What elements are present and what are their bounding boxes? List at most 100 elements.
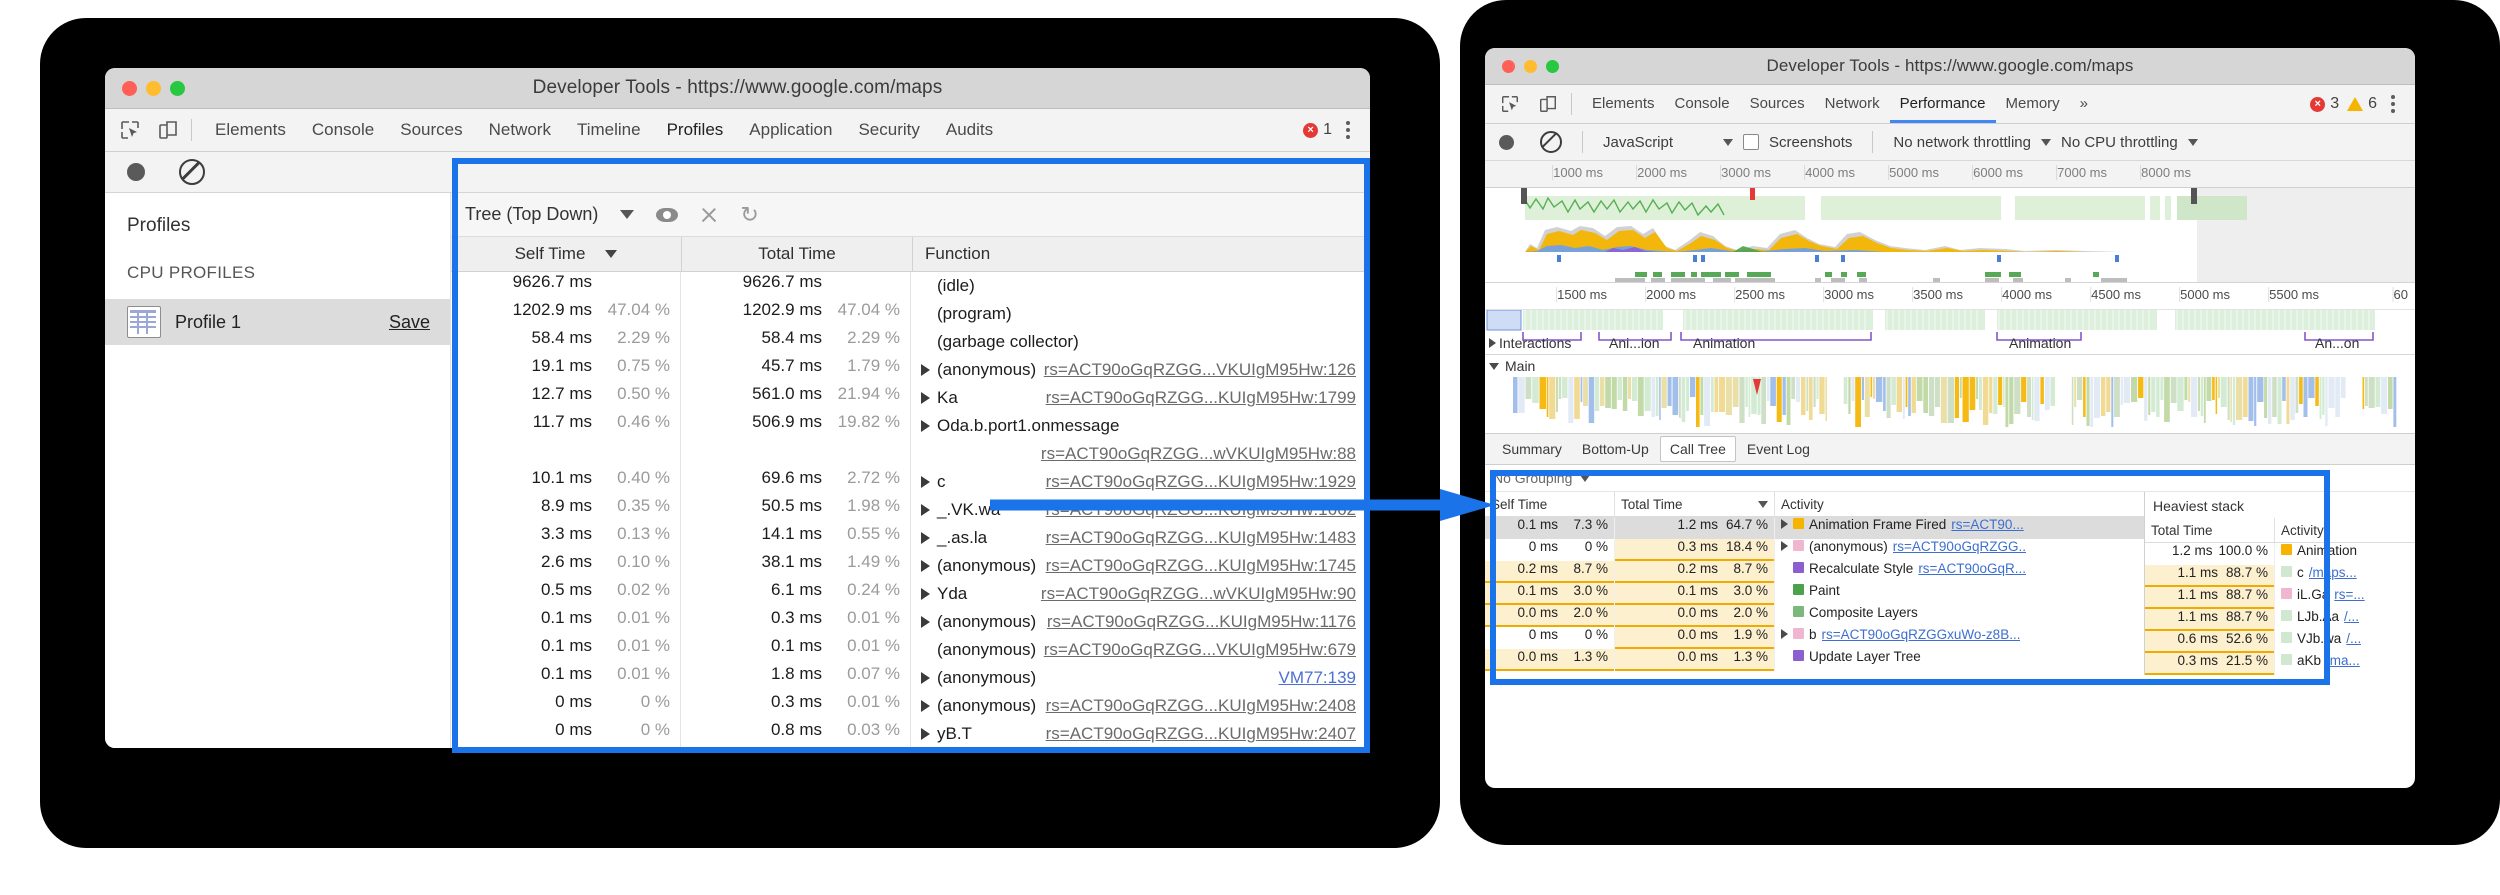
error-badge[interactable]: × 1 (1303, 121, 1332, 139)
screenshots-checkbox[interactable] (1743, 134, 1759, 150)
heaviest-stack-row[interactable]: 0.3 ms21.5 %aKb/ma... (2145, 653, 2415, 675)
tab-sources[interactable]: Sources (387, 109, 475, 151)
chevron-down-icon-cpu[interactable] (2188, 139, 2198, 146)
table-row[interactable]: 19.1 ms0.75 %45.7 ms1.79 %(anonymous)rs=… (451, 356, 1370, 384)
maximize-window-button[interactable] (170, 81, 185, 96)
grouping-label[interactable]: No Grouping (1493, 470, 1572, 486)
expand-triangle-icon[interactable] (921, 476, 930, 488)
activity-source-link[interactable]: rs=ACT90oGqRZGGxuWo-z8B... (1822, 627, 2021, 642)
detail-time-ruler[interactable]: 1500 ms2000 ms2500 ms3000 ms3500 ms4000 … (1485, 283, 2415, 310)
expand-triangle-icon[interactable] (921, 588, 930, 600)
table-row[interactable]: 3.3 ms0.13 %14.1 ms0.55 %_.as.lars=ACT90… (451, 524, 1370, 552)
activity-row[interactable]: 0 ms0 %0.3 ms18.4 %(anonymous)rs=ACT90oG… (1485, 539, 2144, 561)
source-url-link[interactable]: rs=ACT90oGqRZGG...VKUIgM95Hw:126 (1044, 360, 1370, 380)
inspect-element-icon[interactable] (117, 117, 143, 143)
tab-audits[interactable]: Audits (933, 109, 1006, 151)
expand-triangle-icon[interactable] (921, 532, 930, 544)
detail-tab-event-log[interactable]: Event Log (1738, 436, 1819, 462)
interactions-track[interactable]: Interactions Ani...ion Animation Animati… (1485, 310, 2415, 354)
exclude-x-icon[interactable] (700, 206, 718, 224)
focus-eye-icon[interactable] (656, 208, 678, 222)
activity-row[interactable]: 0 ms0 %0.0 ms1.9 %brs=ACT90oGqRZGGxuWo-z… (1485, 627, 2144, 649)
network-throttling-label[interactable]: No network throttling (1893, 134, 2031, 151)
expand-triangle-icon[interactable] (921, 700, 930, 712)
more-options-icon[interactable] (1340, 121, 1356, 139)
chevron-down-icon-network[interactable] (2041, 139, 2051, 146)
table-row[interactable]: 0 ms0 %0.3 ms0.01 %(anonymous)rs=ACT90oG… (451, 692, 1370, 720)
warning-badge[interactable]: 6 (2347, 95, 2377, 113)
tab-console[interactable]: Console (299, 109, 387, 151)
inspect-element-icon-right[interactable] (1497, 91, 1523, 117)
sidebar-item-profile-1[interactable]: Profile 1 Save (105, 299, 450, 345)
source-url-link[interactable]: rs=ACT90oGqRZGG...KUIgM95Hw:1745 (1046, 556, 1370, 576)
tab-network[interactable]: Network (476, 109, 564, 151)
more-options-icon-right[interactable] (2385, 95, 2401, 113)
expand-interactions-icon[interactable] (1489, 338, 1496, 348)
activity-col-activity[interactable]: Activity (1775, 492, 2144, 516)
heaviest-stack-row[interactable]: 1.2 ms100.0 %Animation (2145, 543, 2415, 565)
table-row[interactable]: 9626.7 ms9626.7 ms(idle) (451, 272, 1370, 300)
close-window-button[interactable] (122, 81, 137, 96)
expand-triangle-icon[interactable] (921, 504, 930, 516)
expand-triangle-icon[interactable] (1781, 541, 1788, 551)
table-row[interactable]: 0.1 ms0.01 %1.8 ms0.07 %(anonymous)VM77:… (451, 664, 1370, 692)
hs-col-total-time[interactable]: Total Time (2145, 518, 2275, 542)
detail-tab-summary[interactable]: Summary (1493, 436, 1571, 462)
source-url-link[interactable]: rs=ACT90oGqRZGG...KUIgM95Hw:2408 (1046, 696, 1370, 716)
expand-triangle-icon[interactable] (921, 728, 930, 740)
view-mode-label[interactable]: Tree (Top Down) (465, 204, 598, 225)
record-performance-icon[interactable] (1499, 135, 1514, 150)
table-row[interactable]: 11.7 ms0.46 %506.9 ms19.82 %Oda.b.port1.… (451, 412, 1370, 440)
table-row[interactable]: 8.9 ms0.35 %50.5 ms1.98 %_.VK.wars=ACT90… (451, 496, 1370, 524)
tab-application[interactable]: Application (736, 109, 845, 151)
minimize-window-button[interactable] (146, 81, 161, 96)
activity-source-link[interactable]: rs=ACT90oGqRZGG.. (1893, 539, 2026, 554)
close-window-button-right[interactable] (1502, 60, 1515, 73)
expand-triangle-icon[interactable] (921, 616, 930, 628)
column-header-total-time[interactable]: Total Time (682, 237, 913, 271)
source-url-link[interactable]: rs=ACT90oGqRZGG...KUIgM95Hw:1662 (1046, 500, 1370, 520)
hs-col-activity[interactable]: Activity (2275, 518, 2415, 542)
error-badge-right[interactable]: × 3 (2310, 95, 2339, 113)
hs-source-link[interactable]: /ma... (2326, 653, 2360, 668)
activity-row[interactable]: 0.2 ms8.7 %0.2 ms8.7 %Recalculate Styler… (1485, 561, 2144, 583)
tab-timeline[interactable]: Timeline (564, 109, 654, 151)
heaviest-stack-row[interactable]: 0.6 ms52.6 %VJb.wa/... (2145, 631, 2415, 653)
tab-elements[interactable]: Elements (202, 109, 299, 151)
expand-triangle-icon[interactable] (921, 392, 930, 404)
activity-col-self-time[interactable]: Self Time (1485, 492, 1615, 516)
table-row[interactable]: 10.1 ms0.40 %69.6 ms2.72 %crs=ACT90oGqRZ… (451, 468, 1370, 496)
activity-source-link[interactable]: rs=ACT90oGqR... (1918, 561, 2026, 576)
overview-time-ruler[interactable]: 1000 ms2000 ms3000 ms4000 ms5000 ms6000 … (1485, 161, 2415, 188)
tab-performance[interactable]: Performance (1890, 85, 1996, 123)
chevron-down-icon-grouping[interactable] (1580, 475, 1590, 482)
chevron-down-icon-profile-type[interactable] (1723, 139, 1733, 146)
cpu-throttling-label[interactable]: No CPU throttling (2061, 134, 2178, 151)
table-row[interactable]: rs=ACT90oGqRZGG...wVKUIgM95Hw:88 (451, 440, 1370, 468)
overview-graphs[interactable]: FPS CPU NET (1485, 188, 2415, 283)
activity-col-total-time[interactable]: Total Time (1615, 492, 1775, 516)
hs-source-link[interactable]: /maps... (2309, 565, 2357, 580)
column-header-self-time[interactable]: Self Time (451, 237, 682, 271)
table-row[interactable]: 0 ms0 %0.8 ms0.03 %yB.Trs=ACT90oGqRZGG..… (451, 720, 1370, 748)
source-url-link[interactable]: rs=ACT90oGqRZGG...VKUIgM95Hw:679 (1044, 640, 1370, 660)
table-row[interactable]: 12.7 ms0.50 %561.0 ms21.94 %Kars=ACT90oG… (451, 384, 1370, 412)
screenshots-label[interactable]: Screenshots (1769, 134, 1852, 151)
device-toolbar-icon[interactable] (155, 117, 181, 143)
activity-row[interactable]: 0.0 ms2.0 %0.0 ms2.0 %Composite Layers (1485, 605, 2144, 627)
source-url-link[interactable]: rs=ACT90oGqRZGG...KUIgM95Hw:2407 (1046, 724, 1370, 744)
main-track-header[interactable]: Main (1485, 354, 2415, 377)
device-toolbar-icon-right[interactable] (1535, 91, 1561, 117)
activity-row[interactable]: 0.1 ms3.0 %0.1 ms3.0 %Paint (1485, 583, 2144, 605)
table-row[interactable]: 2.6 ms0.10 %38.1 ms1.49 %(anonymous)rs=A… (451, 552, 1370, 580)
expand-triangle-icon[interactable] (921, 364, 930, 376)
expand-triangle-icon[interactable] (921, 672, 930, 684)
source-url-link[interactable]: rs=ACT90oGqRZGG...KUIgM95Hw:1929 (1046, 472, 1370, 492)
source-url-link[interactable]: rs=ACT90oGqRZGG...wVKUIgM95Hw:90 (1041, 584, 1370, 604)
expand-triangle-icon[interactable] (921, 560, 930, 572)
save-profile-link[interactable]: Save (389, 312, 430, 333)
collapse-main-icon[interactable] (1489, 363, 1499, 370)
heaviest-stack-row[interactable]: 1.1 ms88.7 %LJb.Aa/... (2145, 609, 2415, 631)
heaviest-stack-row[interactable]: 1.1 ms88.7 %iL.Gars=... (2145, 587, 2415, 609)
source-url-link[interactable]: rs=ACT90oGqRZGG...KUIgM95Hw:1176 (1047, 612, 1370, 632)
